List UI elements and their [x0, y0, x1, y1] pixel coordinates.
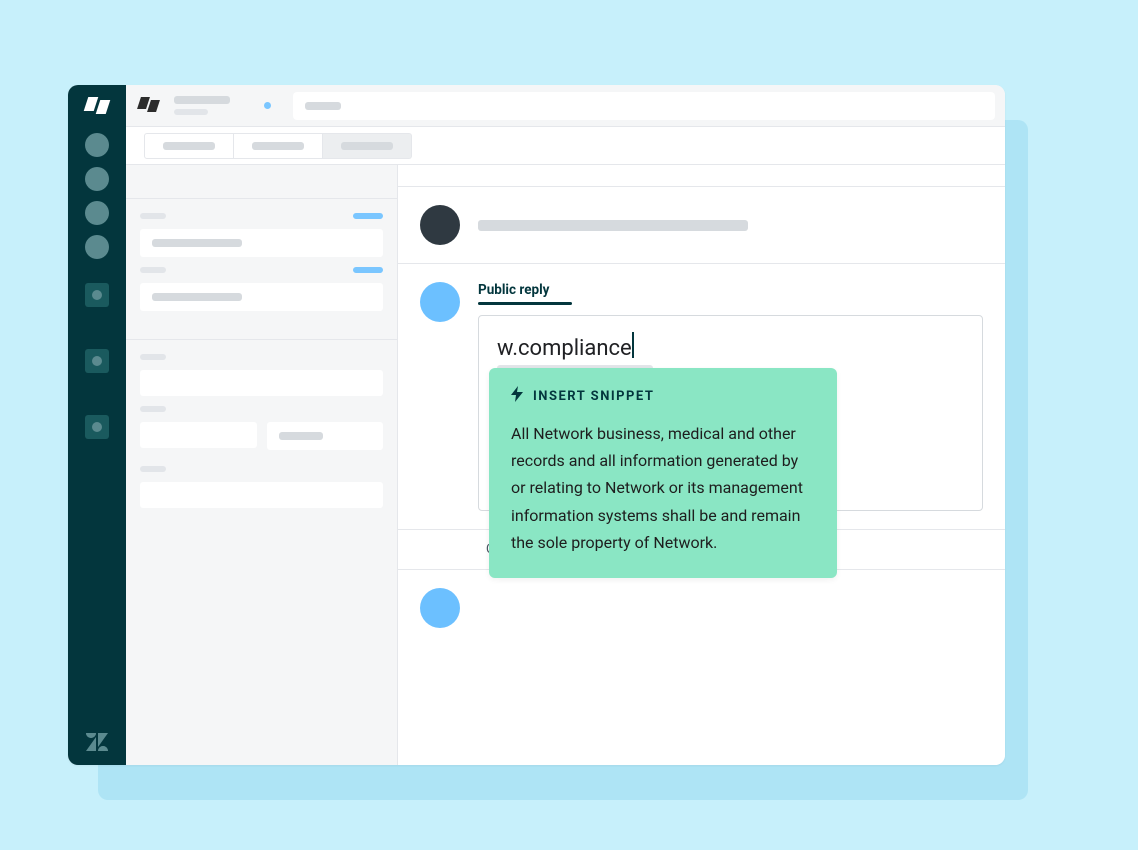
conversation-pane: Public reply w.compliance: [398, 165, 1005, 765]
nav-reports[interactable]: [85, 235, 109, 259]
sidebar-field-2[interactable]: [140, 283, 383, 311]
app-1[interactable]: [85, 283, 109, 307]
sidebar-field-4a[interactable]: [140, 422, 257, 448]
reply-mode-tab[interactable]: Public reply: [478, 282, 983, 298]
snippet-header: INSERT SNIPPET: [533, 389, 654, 404]
sidebar-field-1[interactable]: [140, 229, 383, 257]
app-window: Public reply w.compliance: [68, 85, 1005, 765]
main-column: Public reply w.compliance: [126, 85, 1005, 765]
reply-mode-underline: [478, 302, 572, 305]
sidebar-tag-2: [353, 267, 383, 273]
zendesk-logo-icon: [86, 733, 108, 751]
conversation-header: [398, 187, 1005, 264]
nav-overview[interactable]: [85, 133, 109, 157]
view-tab-3[interactable]: [323, 133, 412, 159]
lightning-icon: [511, 386, 523, 406]
reply-input-text[interactable]: w.compliance: [497, 336, 632, 361]
nav-tickets[interactable]: [85, 167, 109, 191]
sidebar-section-2: [126, 340, 397, 536]
requester-avatar-icon: [420, 205, 460, 245]
snippet-body: All Network business, medical and other …: [511, 420, 815, 556]
app-3[interactable]: [85, 415, 109, 439]
brand-logo-icon: [82, 97, 112, 117]
next-comment-block: [398, 570, 1005, 646]
nav-users[interactable]: [85, 201, 109, 225]
sidebar-field-4b[interactable]: [267, 422, 384, 450]
tab-title[interactable]: [174, 96, 230, 115]
text-cursor-icon: [632, 332, 634, 358]
app-2[interactable]: [85, 349, 109, 373]
sidebar-field-5[interactable]: [140, 482, 383, 508]
omnibar[interactable]: [293, 92, 995, 120]
sidebar-field-3[interactable]: [140, 370, 383, 396]
agent-avatar-icon: [420, 282, 460, 322]
sidebar-tag-1: [353, 213, 383, 219]
view-tabs: [126, 127, 1005, 165]
reply-editor[interactable]: w.compliance INSERT SNIPPET: [478, 315, 983, 511]
topbar: [126, 85, 1005, 127]
sidebar-section-1: [126, 199, 397, 340]
view-tab-1[interactable]: [144, 133, 234, 159]
tab-app-icon: [136, 97, 162, 115]
view-tab-2[interactable]: [234, 133, 323, 159]
nav-rail: [68, 85, 126, 765]
tab-unsaved-indicator-icon: [264, 102, 271, 109]
next-avatar-icon: [420, 588, 460, 628]
ticket-sidebar: [126, 165, 398, 765]
reply-block: Public reply w.compliance: [398, 264, 1005, 530]
snippet-popover[interactable]: INSERT SNIPPET All Network business, med…: [489, 368, 837, 578]
ticket-body: Public reply w.compliance: [126, 165, 1005, 765]
